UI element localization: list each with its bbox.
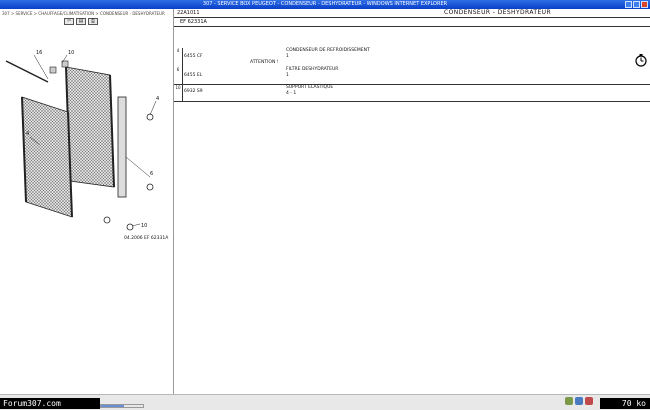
page-title: CONDENSEUR - DESHYDRATEUR bbox=[444, 9, 552, 16]
callout-10-bottom: 10 bbox=[141, 223, 147, 229]
row-reference: 6932 S9 bbox=[184, 89, 203, 94]
part-row-filter[interactable]: 6 6455 EL FILTRE DESHYDRATEUR 1 bbox=[174, 67, 650, 84]
row-number: 10 bbox=[174, 85, 183, 101]
window-title: 307 - SERVICE BOX PEUGEOT - CONDENSEUR -… bbox=[202, 1, 448, 7]
row-quantity: 1 bbox=[286, 54, 289, 59]
callout-4-left: 4 bbox=[26, 131, 29, 137]
stopwatch-icon[interactable] bbox=[634, 53, 648, 67]
part-code: 22A1011 bbox=[177, 10, 200, 16]
window-controls bbox=[625, 1, 648, 8]
zone-icon[interactable] bbox=[575, 397, 583, 405]
callout-6: 6 bbox=[150, 171, 153, 177]
window-titlebar: 307 - SERVICE BOX PEUGEOT - CONDENSEUR -… bbox=[0, 0, 650, 9]
hose-line bbox=[5, 60, 49, 83]
status-icons bbox=[565, 397, 593, 405]
security-icon[interactable] bbox=[565, 397, 573, 405]
diagram-toolbar: ⇦ ▤ ⎙ bbox=[64, 18, 98, 25]
row-note: ATTENTION ! bbox=[250, 60, 279, 65]
part-row-support[interactable]: 10 6932 S9 SUPPORT ELASTIQUE 4 - 1 bbox=[174, 85, 650, 102]
minimize-button[interactable] bbox=[625, 1, 632, 8]
diagram-panel: 307 > SERVICE > CHAUFFAGE/CLIMATISATION … bbox=[0, 9, 174, 394]
row-reference: 6455 EL bbox=[184, 73, 203, 78]
row-description: CONDENSEUR DE REFROIDISSEMENT bbox=[286, 48, 370, 53]
close-button[interactable] bbox=[641, 1, 648, 8]
callout-16: 16 bbox=[36, 50, 42, 56]
file-size-label: 70 ko bbox=[600, 398, 650, 409]
part-header: 22A1011 CONDENSEUR - DESHYDRATEUR bbox=[174, 9, 650, 18]
row-number: 6 bbox=[174, 67, 183, 84]
callout-10-top: 10 bbox=[68, 50, 74, 56]
zoom-button[interactable]: ▤ bbox=[76, 18, 86, 25]
exploded-diagram[interactable]: 16 10 4 6 4 10 04.2006 EF 62331A bbox=[0, 27, 173, 242]
diagram-ref-label: 04.2006 EF 62331A bbox=[124, 235, 169, 241]
row-quantity: 1 bbox=[286, 73, 289, 78]
condenser-back bbox=[65, 66, 115, 188]
print-button[interactable]: ⎙ bbox=[88, 18, 98, 25]
popup-blocked-icon[interactable] bbox=[585, 397, 593, 405]
maximize-button[interactable] bbox=[633, 1, 640, 8]
row-quantity: 4 - 1 bbox=[286, 91, 297, 96]
ref-header: EF 62331A bbox=[174, 18, 650, 27]
loading-progress bbox=[100, 404, 144, 408]
dehydrator-filter bbox=[117, 96, 127, 198]
breadcrumb[interactable]: 307 > SERVICE > CHAUFFAGE/CLIMATISATION … bbox=[2, 10, 171, 17]
row-description: FILTRE DESHYDRATEUR bbox=[286, 67, 339, 72]
reference-code: EF 62331A bbox=[180, 19, 207, 25]
back-button[interactable]: ⇦ bbox=[64, 18, 74, 25]
row-reference: 6455 CF bbox=[184, 54, 203, 59]
condenser-front bbox=[21, 96, 73, 218]
callout-4-right: 4 bbox=[156, 96, 159, 102]
parts-panel: 22A1011 CONDENSEUR - DESHYDRATEUR EF 623… bbox=[174, 9, 650, 394]
progress-fill bbox=[101, 405, 125, 407]
forum-watermark: Forum307.com bbox=[0, 398, 100, 409]
